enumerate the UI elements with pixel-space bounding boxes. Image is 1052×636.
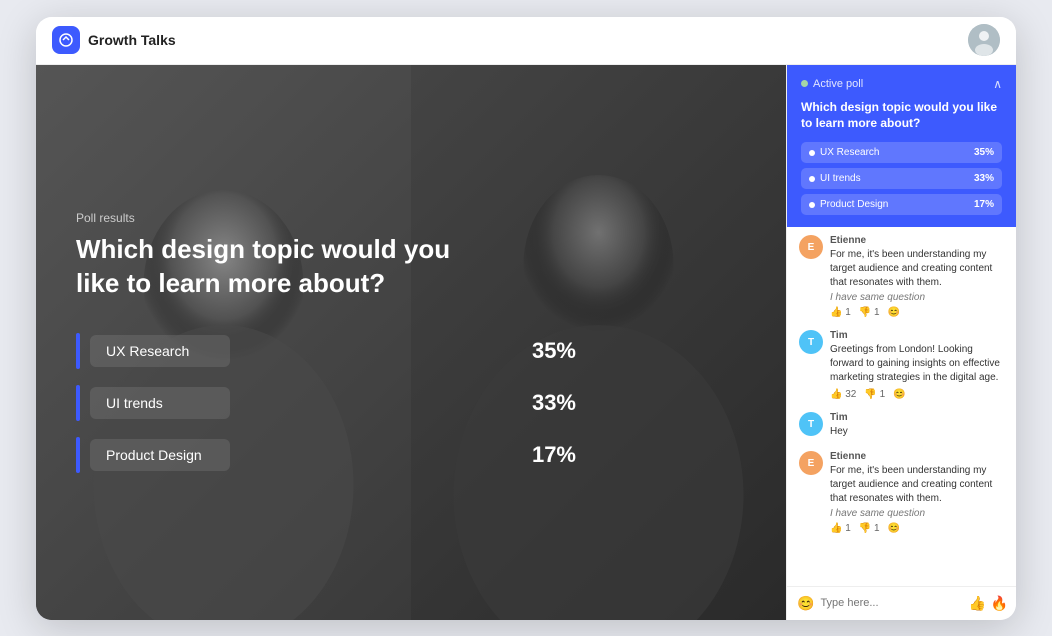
reaction[interactable]: 😊 [893,389,905,400]
mini-option-label: UX Research [820,147,879,158]
poll-option-label[interactable]: UI trends [90,387,230,419]
chat-bubble: Etienne For me, it's been understanding … [830,451,1004,534]
poll-option-label[interactable]: Product Design [90,439,230,471]
reaction[interactable]: 👍 1 [830,307,851,318]
chat-name: Etienne [830,451,1004,462]
active-poll-card: Active poll ∧ Which design topic would y… [787,65,1016,228]
title-bar-left: Growth Talks [52,26,176,54]
chat-reactions: 👍 32 👎 1 😊 [830,389,1004,400]
chat-text: Hey [830,425,1004,439]
poll-overlay: Poll results Which design topic would yo… [36,65,786,620]
reaction[interactable]: 👎 1 [864,389,885,400]
poll-options: UX Research 35% UI trends 33% Product De… [76,333,576,473]
chat-avatar: E [799,451,823,475]
poll-option-bar: UX Research [76,333,508,369]
mini-option-dot [809,176,815,182]
video-area: Poll results Which design topic would yo… [36,65,786,620]
reaction[interactable]: 👍 1 [830,523,851,534]
poll-option-pct: 35% [532,338,576,364]
reaction[interactable]: 👎 1 [859,523,880,534]
chevron-up-icon[interactable]: ∧ [993,77,1002,91]
mini-option-pct: 33% [974,173,994,184]
chat-avatar: T [799,330,823,354]
poll-option-bar: Product Design [76,437,508,473]
chat-message: T Tim Greetings from London! Looking for… [799,330,1004,400]
mini-option-pct: 17% [974,199,994,210]
reaction[interactable]: 👍 32 [830,389,856,400]
chat-name: Tim [830,330,1004,341]
poll-label: Poll results [76,211,746,225]
poll-option-bar: UI trends [76,385,508,421]
poll-blue-bar [76,437,80,473]
mini-poll-option: UX Research 35% [801,142,1002,163]
chat-bubble: Tim Hey [830,412,1004,439]
fire-icon[interactable]: 🔥 [991,595,1008,612]
mini-option-dot [809,202,815,208]
mini-poll-option: UI trends 33% [801,168,1002,189]
title-bar: Growth Talks [36,17,1016,65]
mini-poll-option: Product Design 17% [801,194,1002,215]
poll-question: Which design topic would you like to lea… [76,233,476,301]
mini-option-label: UI trends [820,173,861,184]
reaction[interactable]: 😊 [888,523,900,534]
chat-reactions: 👍 1 👎 1 😊 [830,523,1004,534]
chat-reactions: 👍 1 👎 1 😊 [830,307,1004,318]
chat-name: Etienne [830,235,1004,246]
chat-input[interactable] [820,597,962,609]
chat-avatar: E [799,235,823,259]
poll-option: Product Design 17% [76,437,576,473]
chat-text: For me, it's been understanding my targe… [830,464,1004,506]
active-poll-header: Active poll ∧ [801,77,1002,91]
mini-option-label: Product Design [820,199,888,210]
mini-option-pct: 35% [974,147,994,158]
app-icon [52,26,80,54]
poll-option-label[interactable]: UX Research [90,335,230,367]
poll-blue-bar [76,333,80,369]
chat-input-area: 😊 👍 🔥 [787,586,1016,620]
reaction[interactable]: 😊 [888,307,900,318]
active-poll-sidebar-question: Which design topic would you like to lea… [801,99,1002,133]
chat-text: Greetings from London! Looking forward t… [830,343,1004,385]
chat-subtext: I have same question [830,292,1004,303]
chat-text: For me, it's been understanding my targe… [830,248,1004,290]
chat-message: T Tim Hey [799,412,1004,439]
sidebar: Active poll ∧ Which design topic would y… [786,65,1016,620]
main-content: Poll results Which design topic would yo… [36,65,1016,620]
like-icon[interactable]: 👍 [968,595,985,612]
chat-area[interactable]: E Etienne For me, it's been understandin… [787,227,1016,585]
poll-option-pct: 33% [532,390,576,416]
user-avatar[interactable] [968,24,1000,56]
emoji-icon[interactable]: 😊 [797,595,814,612]
app-window: Growth Talks [36,17,1016,620]
chat-input-icons: 👍 🔥 [968,595,1008,612]
poll-option: UI trends 33% [76,385,576,421]
chat-message: E Etienne For me, it's been understandin… [799,235,1004,318]
chat-bubble: Etienne For me, it's been understanding … [830,235,1004,318]
chat-avatar: T [799,412,823,436]
poll-dot [801,80,808,87]
mini-option-dot [809,150,815,156]
chat-name: Tim [830,412,1004,423]
poll-blue-bar [76,385,80,421]
mini-poll-options: UX Research 35% UI trends 33% Product De… [801,142,1002,215]
poll-option: UX Research 35% [76,333,576,369]
chat-bubble: Tim Greetings from London! Looking forwa… [830,330,1004,400]
chat-message: E Etienne For me, it's been understandin… [799,451,1004,534]
app-title: Growth Talks [88,32,176,48]
reaction[interactable]: 👎 1 [859,307,880,318]
active-poll-badge: Active poll [801,78,863,90]
poll-option-pct: 17% [532,442,576,468]
chat-subtext: I have same question [830,508,1004,519]
